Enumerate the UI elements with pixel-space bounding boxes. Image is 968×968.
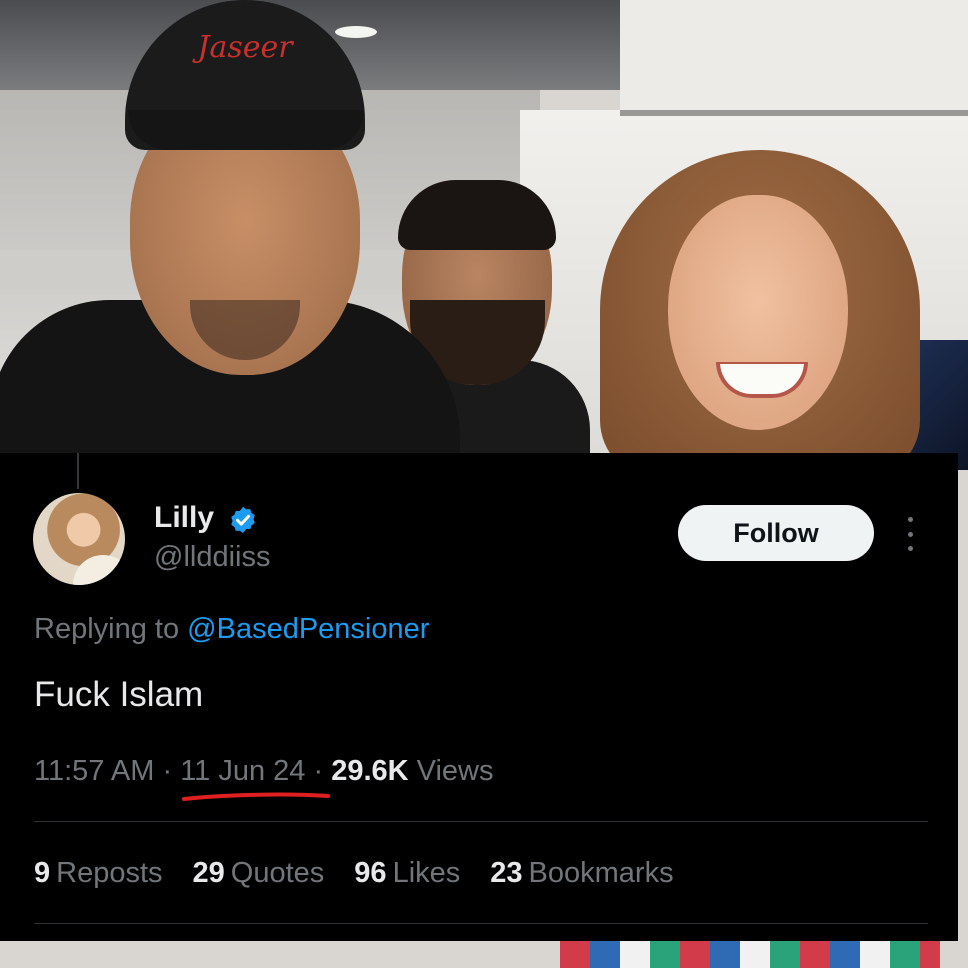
meta-separator: · [313, 755, 324, 787]
views-count: 29.6K [331, 755, 409, 787]
cabinet [620, 0, 968, 116]
tweet-meta: 11:57 AM · 11 Jun 24 · 29.6K Views [34, 755, 494, 788]
more-dot [907, 546, 913, 551]
replying-to: Replying to @BasedPensioner [34, 613, 429, 646]
stat-count: 29 [192, 857, 225, 889]
more-dot [907, 517, 913, 522]
verified-badge-icon [231, 506, 255, 534]
handle[interactable]: @llddiiss [154, 541, 270, 574]
reply-prefix: Replying to [34, 613, 180, 645]
display-name[interactable]: Lilly [154, 501, 214, 535]
stat-quotes[interactable]: 29 Quotes [193, 857, 325, 890]
follow-button[interactable]: Follow [678, 505, 874, 561]
avatar[interactable] [33, 493, 125, 585]
cap-logo: Jaseer [197, 30, 293, 65]
stat-label: Bookmarks [528, 857, 674, 889]
more-dot [907, 531, 913, 537]
tweet-date[interactable]: 11 Jun 24 [180, 755, 305, 787]
stat-likes[interactable]: 96 Likes [354, 857, 460, 890]
stat-bookmarks[interactable]: 23 Bookmarks [490, 857, 673, 890]
date-underline-annotation [182, 792, 330, 801]
stat-count: 23 [490, 857, 523, 889]
tweet-time[interactable]: 11:57 AM [34, 755, 154, 787]
more-options-icon[interactable] [902, 517, 918, 551]
stat-label: Reposts [56, 857, 163, 889]
stat-count: 96 [354, 857, 387, 889]
meta-separator: · [162, 755, 173, 787]
stat-count: 9 [34, 857, 51, 889]
stat-label: Likes [392, 857, 461, 889]
views-label: Views [416, 755, 494, 787]
avatar-shoulder [73, 555, 125, 585]
divider [34, 923, 928, 924]
tweet-text: Fuck Islam [34, 675, 204, 714]
stat-label: Quotes [230, 857, 325, 889]
tweet-card: Lilly @llddiiss Follow Replying to @Base… [0, 453, 958, 941]
person-middle-hair [398, 180, 556, 250]
ceiling-light [335, 26, 377, 38]
reply-to-link[interactable]: @BasedPensioner [187, 613, 429, 645]
stat-reposts[interactable]: 9 Reposts [34, 857, 163, 890]
divider [34, 821, 928, 822]
thread-line [77, 453, 79, 489]
person-left-cap-brim [128, 110, 364, 150]
engagement-stats: 9 Reposts 29 Quotes 96 Likes 23 Bookmarks [34, 857, 674, 890]
